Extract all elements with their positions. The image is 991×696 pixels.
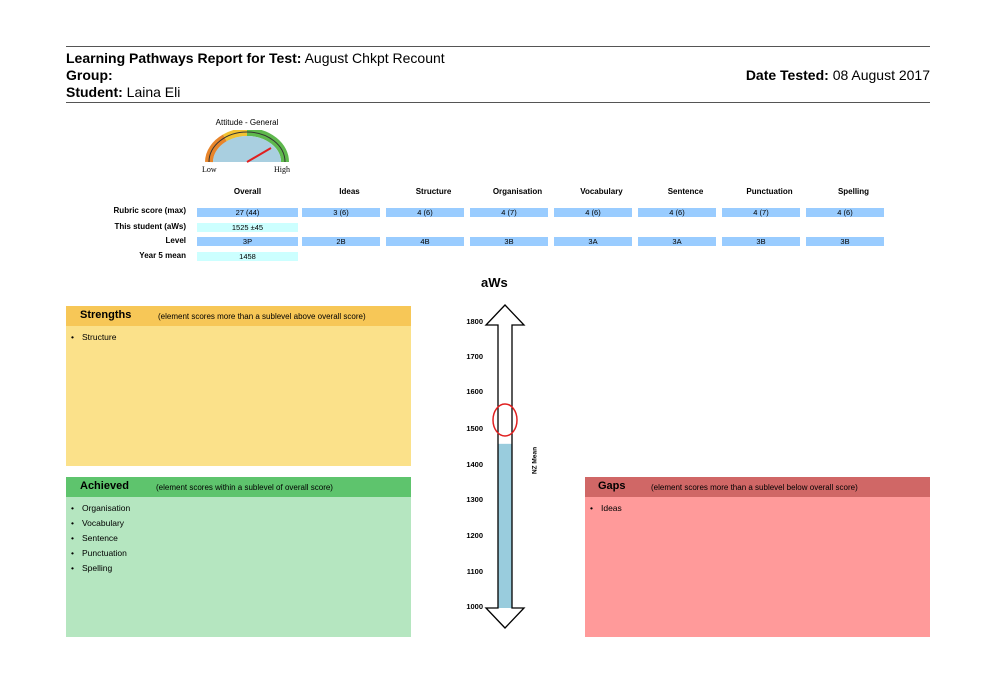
scale-tick: 1600	[466, 387, 483, 396]
year5-mean: 1458	[197, 252, 298, 261]
student-line: Student: Laina Eli	[66, 84, 181, 100]
list-item: Ideas	[590, 501, 622, 516]
rubric-sentence: 4 (6)	[638, 208, 716, 217]
rubric-spelling: 4 (6)	[806, 208, 884, 217]
level-sentence: 3A	[638, 237, 716, 246]
scale-tick: 1700	[466, 352, 483, 361]
gaps-list: Ideas	[590, 501, 622, 516]
list-item: Vocabulary	[71, 516, 130, 531]
rubric-vocabulary: 4 (6)	[554, 208, 632, 217]
level-overall: 3P	[197, 237, 298, 246]
gaps-subtitle: (element scores more than a sublevel bel…	[651, 483, 858, 492]
scale-tick: 1200	[466, 531, 483, 540]
level-ideas: 2B	[302, 237, 380, 246]
nz-mean-label: NZ Mean	[531, 446, 539, 475]
strengths-subtitle: (element scores more than a sublevel abo…	[158, 312, 366, 321]
attitude-gauge	[205, 130, 289, 163]
achieved-title: Achieved	[80, 480, 129, 492]
date-tested: Date Tested: 08 August 2017	[745, 67, 930, 83]
gauge-high-label: High	[274, 165, 290, 174]
list-item: Punctuation	[71, 546, 130, 561]
scale-tick: 1000	[466, 602, 483, 611]
row-label-level: Level	[165, 236, 186, 245]
row-label-mean: Year 5 mean	[139, 251, 186, 260]
level-vocabulary: 3A	[554, 237, 632, 246]
header-bottom-rule	[66, 102, 930, 103]
gaps-panel: Gaps (element scores more than a subleve…	[585, 477, 930, 637]
strengths-panel: Strengths (element scores more than a su…	[66, 306, 411, 466]
nz-mean-label-wrap: NZ Mean	[520, 443, 550, 483]
list-item: Organisation	[71, 501, 130, 516]
gauge-low-label: Low	[202, 165, 217, 174]
scale-title: aWs	[481, 275, 508, 290]
achieved-list: Organisation Vocabulary Sentence Punctua…	[71, 501, 130, 576]
list-item: Sentence	[71, 531, 130, 546]
rubric-structure: 4 (6)	[386, 208, 464, 217]
header-top-rule	[66, 46, 930, 47]
achieved-panel: Achieved (element scores within a sublev…	[66, 477, 411, 637]
level-spelling: 3B	[806, 237, 884, 246]
student-aws: 1525 ±45	[197, 223, 298, 232]
student-score-marker	[492, 403, 518, 437]
report-title: Learning Pathways Report for Test: Augus…	[66, 50, 445, 66]
col-overall: Overall	[233, 187, 262, 196]
col-spelling: Spelling	[837, 187, 870, 196]
level-structure: 4B	[386, 237, 464, 246]
scale-tick: 1500	[466, 424, 483, 433]
scale-tick: 1100	[466, 567, 483, 576]
row-label-rubric: Rubric score (max)	[113, 206, 186, 215]
group-line: Group:	[66, 67, 113, 83]
scale-tick: 1400	[466, 460, 483, 469]
scale-tick: 1300	[466, 495, 483, 504]
list-item: Structure	[71, 330, 117, 345]
strengths-title: Strengths	[80, 309, 132, 321]
level-organisation: 3B	[470, 237, 548, 246]
rubric-overall: 27 (44)	[197, 208, 298, 217]
row-label-student: This student (aWs)	[114, 222, 186, 231]
strengths-list: Structure	[71, 330, 117, 345]
rubric-organisation: 4 (7)	[470, 208, 548, 217]
achieved-header: Achieved (element scores within a sublev…	[66, 477, 411, 497]
scale-tick: 1800	[466, 317, 483, 326]
list-item: Spelling	[71, 561, 130, 576]
gaps-header: Gaps (element scores more than a subleve…	[585, 477, 930, 497]
level-punctuation: 3B	[722, 237, 800, 246]
nz-mean-fill	[498, 443, 512, 608]
achieved-subtitle: (element scores within a sublevel of ove…	[156, 483, 333, 492]
gauge-title: Attitude - General	[215, 118, 279, 127]
rubric-punctuation: 4 (7)	[722, 208, 800, 217]
gaps-title: Gaps	[598, 480, 626, 492]
strengths-header: Strengths (element scores more than a su…	[66, 306, 411, 326]
rubric-ideas: 3 (6)	[302, 208, 380, 217]
